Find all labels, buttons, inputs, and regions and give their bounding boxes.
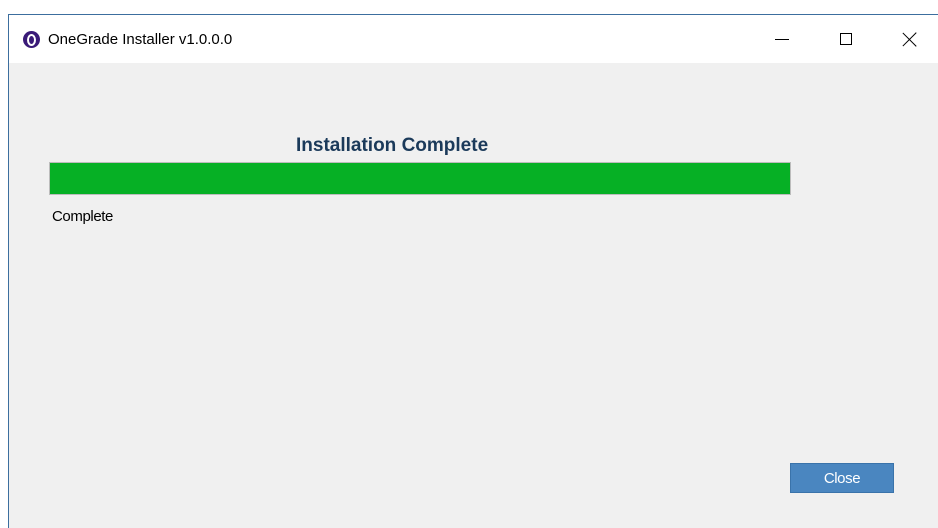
close-icon xyxy=(902,31,918,47)
close-button[interactable]: Close xyxy=(790,463,894,493)
minimize-button[interactable] xyxy=(759,15,805,63)
onegrade-logo-icon xyxy=(23,31,40,48)
window-title: OneGrade Installer v1.0.0.0 xyxy=(48,31,233,48)
progress-fill xyxy=(50,163,790,194)
maximize-icon xyxy=(840,33,852,45)
installer-window: OneGrade Installer v1.0.0.0 Installation… xyxy=(8,14,938,528)
installation-heading: Installation Complete xyxy=(296,135,489,156)
title-bar[interactable]: OneGrade Installer v1.0.0.0 xyxy=(9,15,938,63)
window-close-button[interactable] xyxy=(887,15,933,63)
minimize-icon xyxy=(775,38,789,40)
maximize-button[interactable] xyxy=(823,15,869,63)
status-label: Complete xyxy=(52,208,113,225)
installation-progress-bar xyxy=(49,162,791,195)
